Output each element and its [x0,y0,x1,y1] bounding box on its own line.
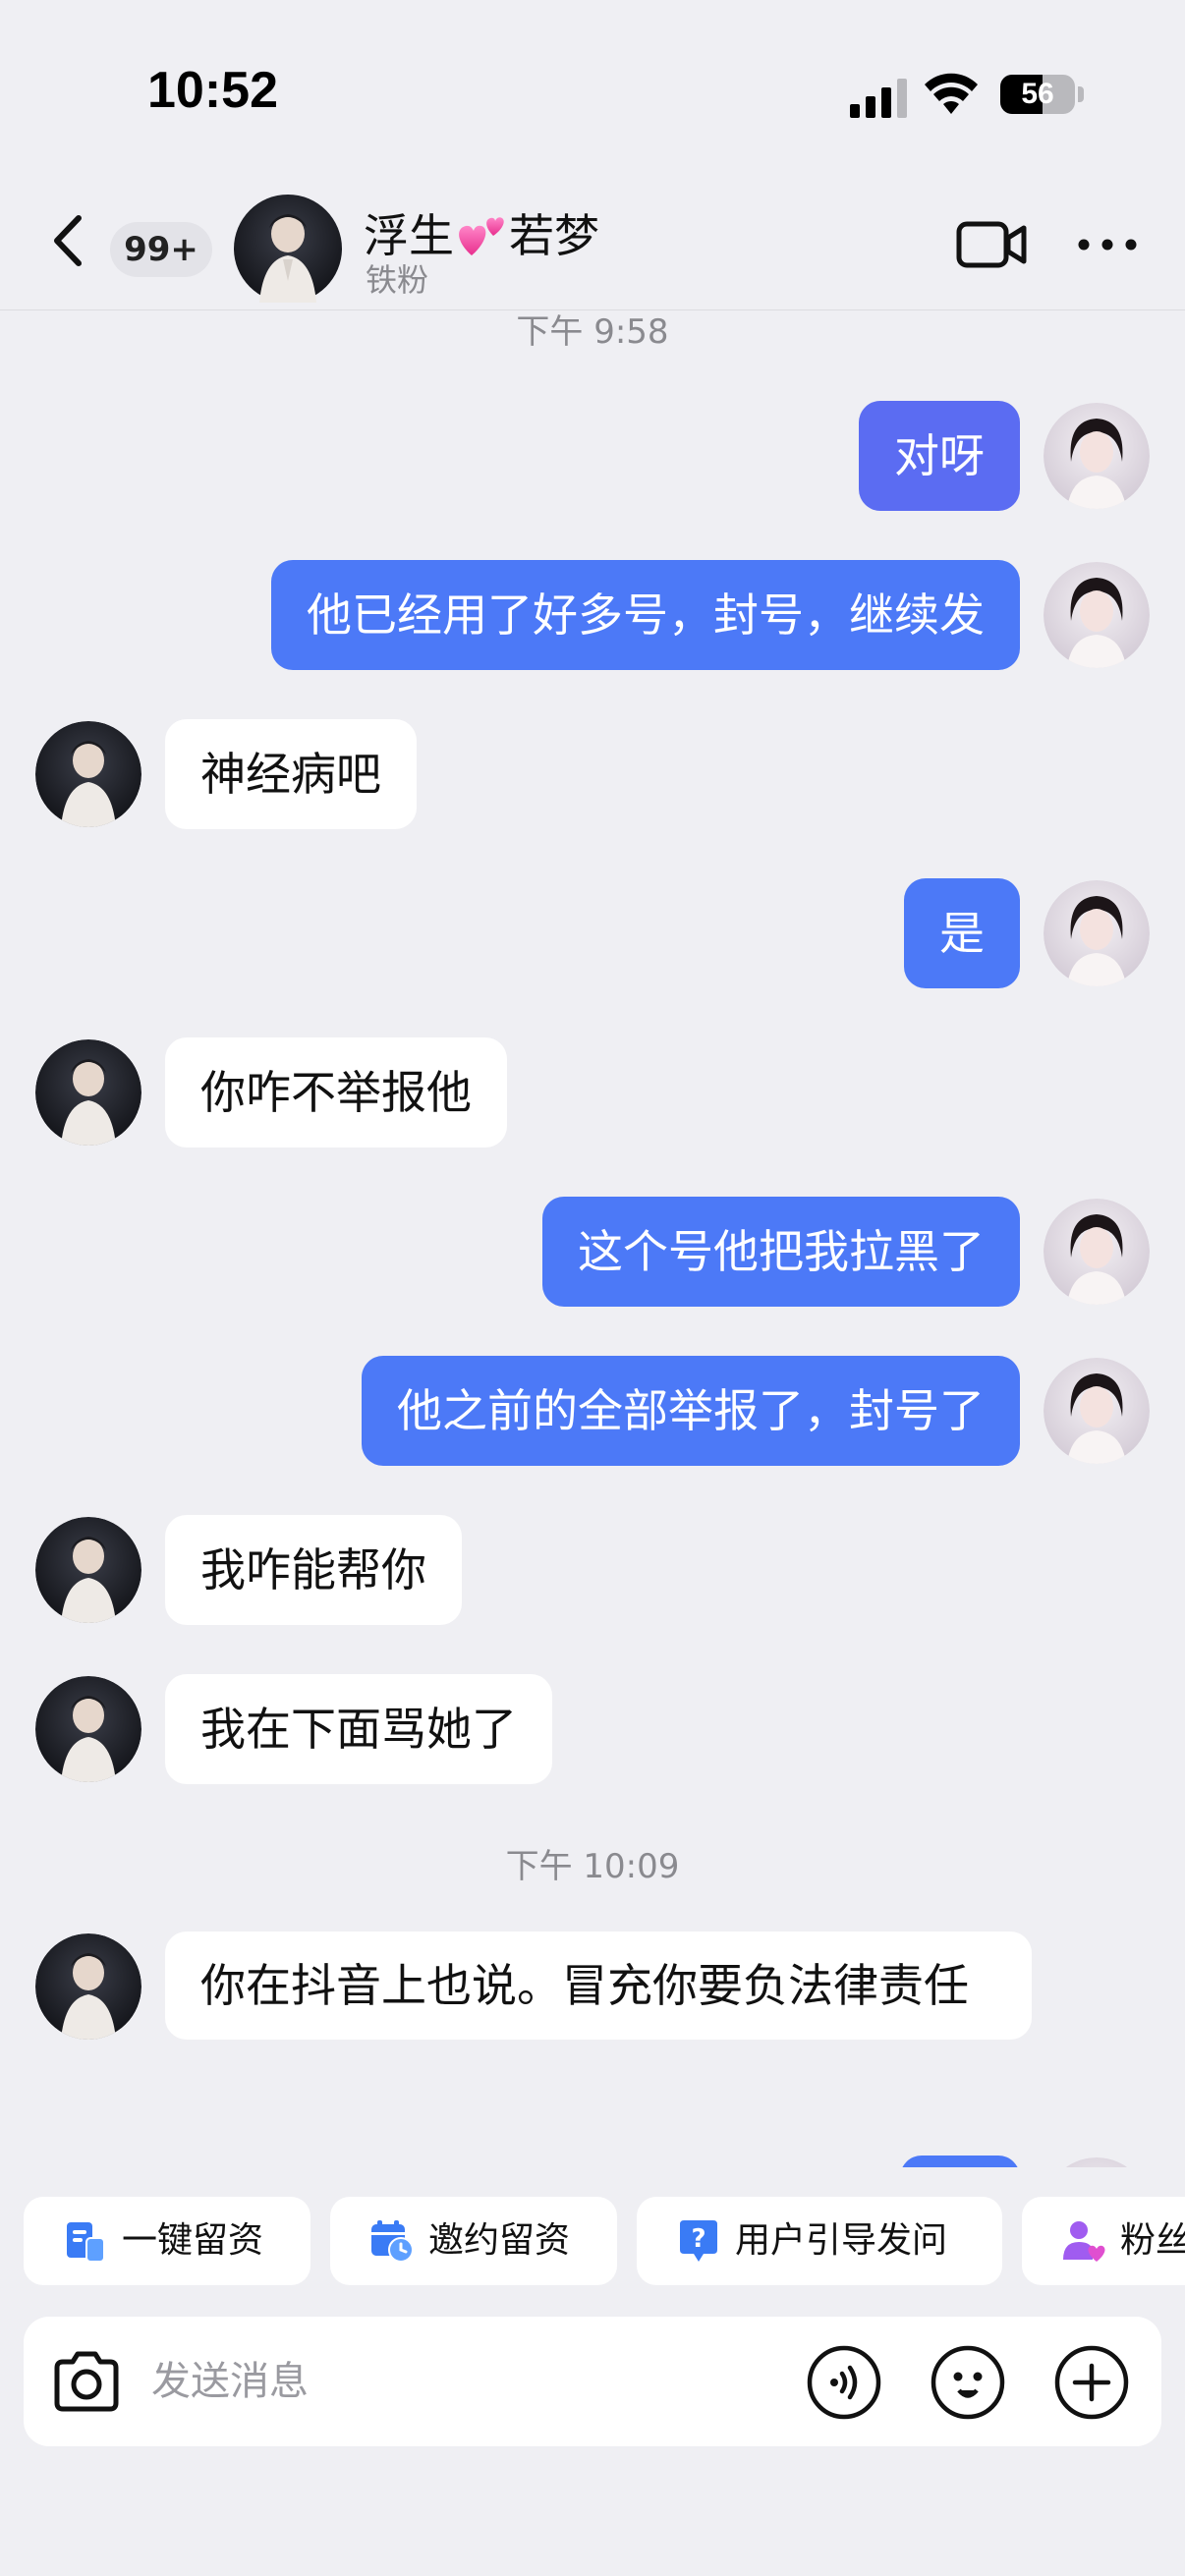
contact-name-part1: 浮生 [364,209,454,262]
incoming-message-bubble[interactable]: 神经病吧 [165,719,417,829]
cellular-signal-icon [850,79,907,118]
quick-reply-invite-leads[interactable]: 邀约留资 [330,2197,617,2285]
incoming-message-bubble[interactable]: 我在下面骂她了 [165,1674,552,1784]
two-hearts-emoji-icon [459,217,504,255]
contact-avatar[interactable] [234,195,342,303]
outgoing-message-bubble[interactable]: 这个号他把我拉黑了 [542,1197,1020,1307]
contact-message-avatar[interactable] [35,721,141,827]
my-avatar[interactable] [1044,2157,1150,2167]
incoming-message-bubble[interactable]: 我咋能帮你 [165,1515,462,1625]
more-options-icon[interactable] [1075,232,1140,257]
outgoing-message-bubble[interactable]: 是 [904,878,1020,988]
voice-message-icon[interactable] [806,2344,882,2421]
add-more-icon[interactable] [1053,2344,1130,2421]
calendar-clock-icon [371,2220,414,2263]
chat-header: 99+ 浮生 若梦 铁粉 [0,187,1185,310]
wifi-icon [925,73,978,114]
my-avatar[interactable] [1044,880,1150,986]
outgoing-message-bubble[interactable]: 他之前的全部举报了，封号了 [362,1356,1020,1466]
incoming-message-bubble[interactable]: 你咋不举报他 [165,1037,507,1148]
video-call-icon[interactable] [955,216,1030,273]
status-time: 10:52 [147,62,278,119]
battery-level: 56 [1021,78,1054,110]
chip-label: 用户引导发问 [735,2220,948,2261]
timestamp: 下午 9:58 [516,312,669,352]
battery-icon: 56 [1000,75,1075,114]
quick-reply-fans[interactable]: 粉丝 [1022,2197,1185,2285]
contact-name-part2: 若梦 [509,209,599,262]
contact-message-avatar[interactable] [35,1676,141,1782]
my-avatar[interactable] [1044,1199,1150,1305]
contact-message-avatar[interactable] [35,1039,141,1146]
question-message-icon: ? [680,2220,717,2262]
quick-reply-one-click-leads[interactable]: 一键留资 [24,2197,310,2285]
outgoing-message-bubble-partial[interactable] [900,2156,1020,2167]
contact-message-avatar[interactable] [35,1933,141,2040]
emoji-icon[interactable] [930,2344,1006,2421]
my-avatar[interactable] [1044,1358,1150,1464]
fan-level-label: 铁粉 [366,261,429,299]
chip-label: 一键留资 [122,2220,264,2261]
my-avatar[interactable] [1044,403,1150,509]
quick-reply-bar[interactable]: 一键留资 邀约留资 ? 用户引导发问 粉丝 [0,2197,1185,2287]
message-list[interactable]: 下午 9:58 对呀 他已经用了好多号，封号，继续发 神经病吧 是 你咋不举报他 [0,310,1185,2167]
status-bar: 10:52 56 [0,0,1185,187]
document-phone-icon [67,2222,105,2263]
fan-user-heart-icon [1063,2221,1105,2262]
battery-tip [1078,86,1084,102]
back-arrow-icon[interactable] [39,206,98,275]
quick-reply-user-guide-question[interactable]: ? 用户引导发问 [637,2197,1002,2285]
chip-label: 邀约留资 [428,2220,571,2261]
svg-text:?: ? [691,2224,705,2254]
message-input[interactable] [151,2346,780,2417]
contact-message-avatar[interactable] [35,1517,141,1623]
incoming-message-bubble[interactable]: 你在抖音上也说。冒充你要负法律责任 [165,1932,1032,2040]
camera-icon[interactable] [49,2346,124,2417]
outgoing-message-bubble[interactable]: 他已经用了好多号，封号，继续发 [271,560,1020,670]
outgoing-message-bubble[interactable]: 对呀 [859,401,1020,511]
timestamp: 下午 10:09 [505,1847,680,1886]
chip-label: 粉丝 [1120,2220,1185,2261]
message-input-bar [24,2317,1161,2446]
my-avatar[interactable] [1044,562,1150,668]
unread-count-badge[interactable]: 99+ [110,222,212,277]
